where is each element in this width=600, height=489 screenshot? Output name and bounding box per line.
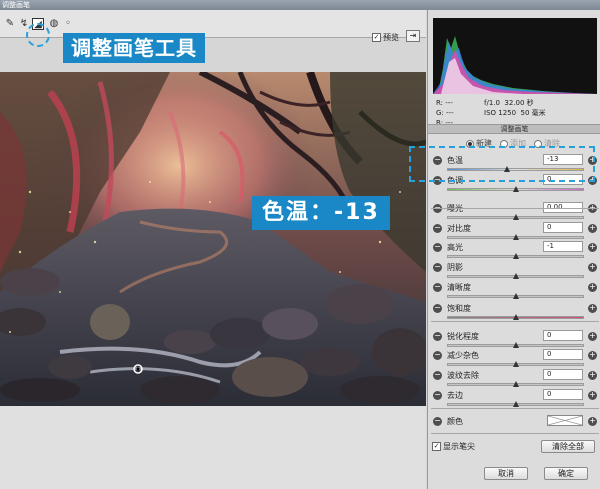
divider xyxy=(431,408,599,409)
slider-value-field[interactable]: 0 xyxy=(543,389,583,400)
slider-minus-icon[interactable]: − xyxy=(433,304,442,313)
slider-minus-icon[interactable]: − xyxy=(433,243,442,252)
slider-thumb[interactable] xyxy=(512,401,519,407)
brush-highlight-ring xyxy=(26,23,50,47)
slider-value-field[interactable]: 0 xyxy=(543,349,583,360)
slider-thumb[interactable] xyxy=(512,381,519,387)
status-bar xyxy=(0,406,426,489)
slider-minus-icon[interactable]: − xyxy=(433,391,442,400)
slider-label: 阴影 xyxy=(447,263,463,272)
slider-thumb[interactable] xyxy=(512,253,519,259)
slider-plus-icon[interactable]: + xyxy=(588,351,597,360)
slider-label: 清晰度 xyxy=(447,283,471,292)
erase-icon[interactable]: ◍ xyxy=(48,18,60,30)
slider-value-field[interactable]: 0 xyxy=(543,369,583,380)
slider-plus-icon[interactable]: + xyxy=(588,243,597,252)
color-row: − 颜色 + xyxy=(431,414,599,428)
slider-track[interactable] xyxy=(447,253,584,259)
slider-thumb[interactable] xyxy=(512,314,519,320)
slider-track[interactable] xyxy=(447,314,584,320)
slider-thumb[interactable] xyxy=(512,293,519,299)
slider-plus-icon[interactable]: + xyxy=(588,283,597,292)
slider-plus-icon[interactable]: + xyxy=(588,332,597,341)
dropper-small-icon[interactable]: ◦ xyxy=(62,18,74,30)
full-screen-icon[interactable]: ⇥ xyxy=(406,30,420,42)
slider-track[interactable] xyxy=(447,234,584,240)
slider-label: 锐化程度 xyxy=(447,332,479,341)
forest-stream-photo xyxy=(0,72,426,406)
slider-plus-icon[interactable]: + xyxy=(588,304,597,313)
slider-minus-icon[interactable]: − xyxy=(433,283,442,292)
slider-track[interactable] xyxy=(447,293,584,299)
slider-thumb[interactable] xyxy=(512,214,519,220)
slider-label: 波纹去除 xyxy=(447,371,479,380)
color-plus-icon[interactable]: + xyxy=(588,417,597,426)
slider-track[interactable] xyxy=(447,214,584,220)
adjustment-panel: R: --- f/1.0 32.00 秒 G: --- ISO 1250 50 … xyxy=(427,10,600,489)
show-pins-label: 显示笔尖 xyxy=(443,442,475,451)
slider-value-field[interactable]: 0 xyxy=(543,330,583,341)
clear-all-button[interactable]: 清除全部 xyxy=(541,440,595,453)
brush-tool-callout: 调整画笔工具 xyxy=(63,33,205,63)
slider-label: 减少杂色 xyxy=(447,351,479,360)
cancel-button[interactable]: 取消 xyxy=(484,467,528,480)
slider-minus-icon[interactable]: − xyxy=(433,351,442,360)
preview-label: 预览 xyxy=(383,33,399,42)
slider-label: 高光 xyxy=(447,243,463,252)
slider-track[interactable] xyxy=(447,401,584,407)
slider-thumb[interactable] xyxy=(512,361,519,367)
slider-plus-icon[interactable]: + xyxy=(588,391,597,400)
temperature-callout: 色温：-13 xyxy=(252,196,390,230)
window-title: 调整画笔 xyxy=(2,1,30,9)
panel-title: 调整画笔 xyxy=(428,124,600,134)
ok-button[interactable]: 确定 xyxy=(544,467,588,480)
slider-track[interactable] xyxy=(447,361,584,367)
slider-minus-icon[interactable]: − xyxy=(433,224,442,233)
slider-label: 饱和度 xyxy=(447,304,471,313)
temperature-tint-highlight xyxy=(409,146,595,182)
slider-minus-icon[interactable]: − xyxy=(433,332,442,341)
color-minus-icon[interactable]: − xyxy=(433,417,442,426)
slider-plus-icon[interactable]: + xyxy=(588,371,597,380)
show-pins-checkbox[interactable]: ✓ xyxy=(432,442,441,451)
slider-label: 对比度 xyxy=(447,224,471,233)
divider xyxy=(431,321,599,322)
divider xyxy=(431,433,599,434)
divider xyxy=(431,208,599,209)
slider-value-field[interactable]: -1 xyxy=(543,241,583,252)
preview-checkbox[interactable]: ✓ xyxy=(372,33,381,42)
slider-label: 去边 xyxy=(447,391,463,400)
title-bar: 调整画笔 xyxy=(0,0,600,10)
slider-track[interactable] xyxy=(447,381,584,387)
slider-track[interactable] xyxy=(447,186,584,192)
slider-track[interactable] xyxy=(447,273,584,279)
slider-thumb[interactable] xyxy=(512,273,519,279)
slider-plus-icon[interactable]: + xyxy=(588,263,597,272)
eyedropper-icon[interactable]: ✎ xyxy=(4,18,16,30)
color-label: 颜色 xyxy=(447,417,463,426)
slider-minus-icon[interactable]: − xyxy=(433,371,442,380)
slider-value-field[interactable]: 0 xyxy=(543,222,583,233)
slider-plus-icon[interactable]: + xyxy=(588,224,597,233)
slider-thumb[interactable] xyxy=(512,186,519,192)
color-swatch[interactable] xyxy=(547,415,583,426)
show-pins-toggle[interactable]: ✓ 显示笔尖 xyxy=(432,441,475,452)
slider-track[interactable] xyxy=(447,342,584,348)
slider-minus-icon[interactable]: − xyxy=(433,263,442,272)
image-canvas[interactable] xyxy=(0,72,426,406)
preview-toggle[interactable]: ✓ 预览 xyxy=(372,32,399,43)
histogram xyxy=(433,18,597,94)
